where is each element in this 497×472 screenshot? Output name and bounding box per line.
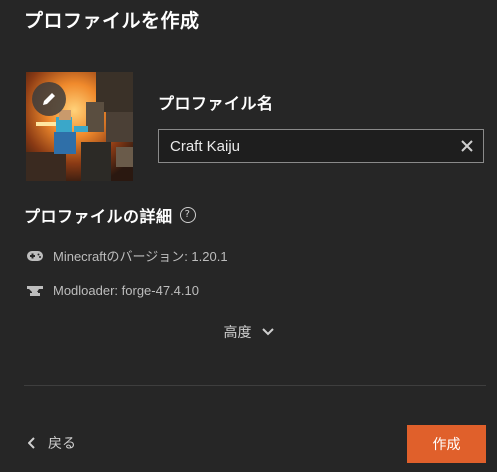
footer-divider bbox=[24, 385, 486, 386]
back-button[interactable]: 戻る bbox=[28, 433, 76, 453]
profile-details-heading: プロファイルの詳細 ? bbox=[24, 203, 196, 227]
edit-image-button[interactable] bbox=[32, 82, 66, 116]
help-circle-icon[interactable]: ? bbox=[179, 207, 196, 223]
modloader-row: Modloader: forge-47.4.10 bbox=[25, 283, 199, 298]
clear-name-button[interactable] bbox=[451, 130, 483, 162]
chevron-left-icon bbox=[28, 437, 36, 449]
profile-image[interactable] bbox=[26, 72, 133, 181]
create-button[interactable]: 作成 bbox=[407, 425, 486, 463]
pencil-icon bbox=[43, 93, 55, 105]
advanced-toggle[interactable]: 高度 bbox=[0, 322, 497, 342]
profile-name-field[interactable] bbox=[158, 129, 484, 163]
chevron-down-icon bbox=[261, 328, 274, 336]
profile-name-label: プロファイル名 bbox=[158, 94, 274, 113]
dialog-title: プロファイルを作成 bbox=[24, 10, 200, 32]
close-icon bbox=[461, 140, 473, 152]
anvil-icon bbox=[25, 284, 45, 298]
modloader-text: Modloader: forge-47.4.10 bbox=[53, 283, 199, 298]
minecraft-version-text: Minecraftのバージョン: 1.20.1 bbox=[53, 249, 228, 264]
profile-details-title: プロファイルの詳細 bbox=[24, 207, 173, 226]
advanced-label: 高度 bbox=[223, 325, 252, 341]
back-label: 戻る bbox=[48, 436, 76, 452]
gamepad-icon bbox=[25, 249, 45, 263]
create-profile-dialog: プロファイルを作成 プロファイル名 Craft Kaiju プロファイルの詳細 … bbox=[0, 0, 497, 472]
minecraft-version-row: Minecraftのバージョン: 1.20.1 bbox=[25, 246, 228, 265]
profile-name-input[interactable] bbox=[159, 129, 451, 163]
